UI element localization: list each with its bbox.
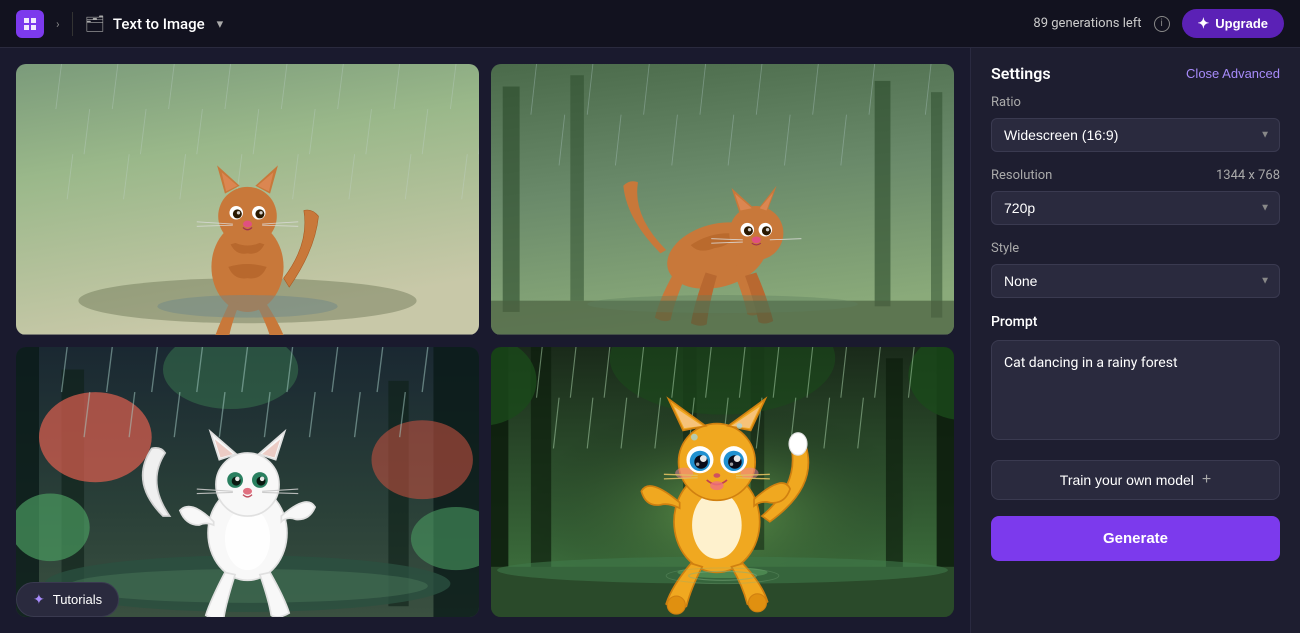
- nav-right-area: 89 generations left i ✦ Upgrade: [1033, 9, 1284, 38]
- nav-title-area: 🗂 Text to Image ▾: [85, 14, 228, 34]
- style-label: Style: [991, 241, 1280, 256]
- folder-icon: 🗂: [85, 14, 105, 33]
- resolution-row: Resolution 1344 x 768: [991, 168, 1280, 183]
- resolution-section: Resolution 1344 x 768 720p 1080p 4K ▼: [971, 168, 1300, 241]
- resolution-select-wrapper: 720p 1080p 4K ▼: [991, 191, 1280, 225]
- close-advanced-button[interactable]: Close Advanced: [1186, 66, 1280, 81]
- tutorials-star-icon: ✦: [33, 591, 45, 608]
- tutorials-label: Tutorials: [53, 592, 102, 607]
- table-row[interactable]: [491, 64, 954, 335]
- info-icon[interactable]: i: [1154, 16, 1170, 32]
- train-model-button[interactable]: Train your own model +: [991, 460, 1280, 500]
- top-navigation: › 🗂 Text to Image ▾ 89 generations left …: [0, 0, 1300, 48]
- plus-icon: +: [1202, 471, 1211, 489]
- brand-chevron[interactable]: ›: [56, 17, 60, 31]
- settings-title: Settings: [991, 64, 1051, 83]
- style-select[interactable]: None Photorealistic Anime Oil Painting W…: [991, 264, 1280, 298]
- table-row[interactable]: [491, 347, 954, 618]
- table-row[interactable]: [16, 64, 479, 335]
- generations-left-text: 89 generations left: [1033, 16, 1141, 31]
- resolution-label: Resolution: [991, 168, 1052, 183]
- upgrade-button[interactable]: ✦ Upgrade: [1182, 9, 1284, 38]
- ratio-select-wrapper: Widescreen (16:9) Square (1:1) Portrait …: [991, 118, 1280, 152]
- prompt-textarea[interactable]: Cat dancing in a rainy forest: [991, 340, 1280, 440]
- chevron-down-icon: ▾: [217, 16, 224, 31]
- image-grid: [0, 48, 970, 633]
- train-model-label: Train your own model: [1060, 472, 1194, 488]
- main-content: Settings Close Advanced Ratio Widescreen…: [0, 48, 1300, 633]
- brand-logo[interactable]: [16, 10, 44, 38]
- prompt-section: Prompt Cat dancing in a rainy forest: [971, 314, 1300, 460]
- resolution-select[interactable]: 720p 1080p 4K: [991, 191, 1280, 225]
- nav-project-title: Text to Image: [113, 15, 205, 33]
- nav-dropdown-button[interactable]: ▾: [213, 14, 228, 34]
- ratio-select[interactable]: Widescreen (16:9) Square (1:1) Portrait …: [991, 118, 1280, 152]
- settings-header: Settings Close Advanced: [971, 48, 1300, 95]
- tutorials-button[interactable]: ✦ Tutorials: [16, 582, 119, 617]
- table-row[interactable]: [16, 347, 479, 618]
- upgrade-star-icon: ✦: [1198, 15, 1210, 32]
- upgrade-label: Upgrade: [1215, 16, 1268, 31]
- nav-separator: [72, 12, 73, 36]
- prompt-label: Prompt: [991, 314, 1280, 330]
- style-section: Style None Photorealistic Anime Oil Pain…: [971, 241, 1300, 314]
- ratio-label: Ratio: [991, 95, 1280, 110]
- resolution-display-value: 1344 x 768: [1216, 168, 1280, 183]
- style-select-wrapper: None Photorealistic Anime Oil Painting W…: [991, 264, 1280, 298]
- settings-panel: Settings Close Advanced Ratio Widescreen…: [970, 48, 1300, 633]
- generate-button[interactable]: Generate: [991, 516, 1280, 561]
- ratio-section: Ratio Widescreen (16:9) Square (1:1) Por…: [971, 95, 1300, 168]
